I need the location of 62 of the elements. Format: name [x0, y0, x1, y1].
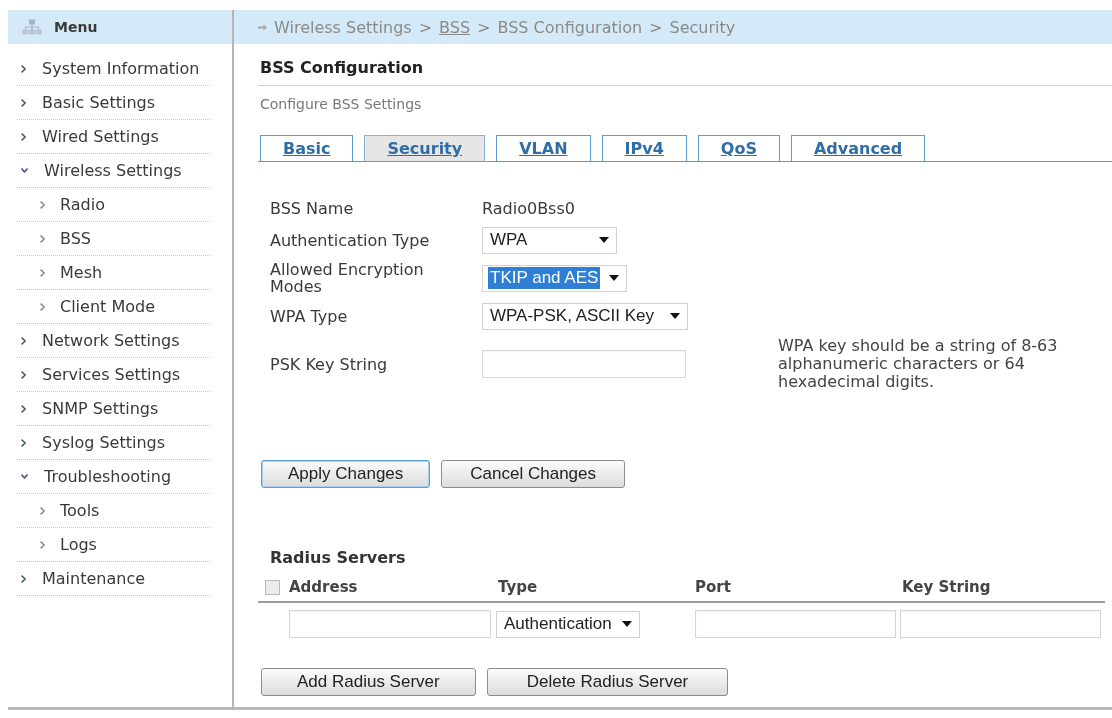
- tab[interactable]: IPv4: [601, 135, 687, 161]
- sidebar-item[interactable]: Troubleshooting: [17, 460, 210, 494]
- sidebar-item[interactable]: Tools: [17, 494, 210, 528]
- breadcrumb-separator: >: [649, 17, 663, 37]
- sidebar-item[interactable]: Network Settings: [17, 324, 210, 358]
- input-field[interactable]: [289, 610, 491, 638]
- cancel-button[interactable]: Cancel Changes: [441, 460, 625, 488]
- arrow-right-icon: [258, 23, 267, 31]
- tab[interactable]: Basic: [260, 135, 354, 161]
- checkbox[interactable]: [265, 579, 280, 595]
- select-field[interactable]: TKIP and AES: [482, 264, 627, 292]
- sidebar-item[interactable]: Maintenance: [17, 562, 210, 596]
- add-server-button[interactable]: Add Radius Server: [261, 668, 476, 696]
- select-field[interactable]: WPA: [482, 226, 617, 254]
- breadcrumb-item: Wireless Settings: [274, 17, 412, 37]
- sidebar-item[interactable]: SNMP Settings: [17, 392, 210, 426]
- column-header: Key String: [902, 578, 991, 596]
- sidebar-item[interactable]: Radio: [17, 188, 210, 222]
- breadcrumb-separator: >: [418, 17, 433, 37]
- field-label: BSS Name: [270, 199, 354, 217]
- sidebar-item[interactable]: Services Settings: [17, 358, 210, 392]
- sidebar-item[interactable]: System Information: [17, 52, 210, 86]
- tab[interactable]: Advanced: [790, 135, 926, 161]
- input-field[interactable]: [900, 610, 1101, 638]
- field-label: Authentication Type: [270, 231, 430, 249]
- breadcrumb-item: BSS Configuration: [497, 17, 643, 37]
- sidebar-item[interactable]: Mesh: [17, 256, 210, 290]
- field-label: WPA Type: [270, 307, 348, 325]
- field-label: PSK Key String: [270, 355, 388, 373]
- menu-title: Menu: [54, 19, 98, 35]
- page-title: BSS Configuration: [260, 59, 424, 77]
- sitemap-icon: [22, 19, 42, 35]
- sidebar-item[interactable]: Client Mode: [17, 290, 210, 324]
- sidebar-item[interactable]: Logs: [17, 528, 210, 562]
- field-label: Allowed Encryption Modes: [270, 261, 425, 295]
- column-header: Port: [695, 578, 731, 596]
- section-title: Radius Servers: [270, 549, 406, 567]
- tab[interactable]: VLAN: [496, 135, 591, 161]
- page-subtitle: Configure BSS Settings: [260, 96, 422, 112]
- input-field[interactable]: [482, 350, 686, 378]
- tab[interactable]: QoS: [697, 135, 780, 161]
- sidebar-item[interactable]: BSS: [17, 222, 210, 256]
- caret-down-icon: [670, 313, 680, 319]
- sidebar-item[interactable]: Basic Settings: [17, 86, 210, 120]
- caret-down-icon: [599, 237, 609, 243]
- caret-down-icon: [622, 621, 632, 627]
- breadcrumb-item: Security: [669, 17, 736, 37]
- select-field[interactable]: Authentication: [496, 610, 640, 638]
- hint-text: WPA key should be a string of 8-63 alphanumeric characters or 64 hexadecimal digits.: [778, 337, 1059, 391]
- apply-button[interactable]: Apply Changes: [261, 460, 431, 488]
- sidebar-item[interactable]: Wired Settings: [17, 120, 210, 154]
- column-header: Type: [498, 578, 538, 596]
- field-value: Radio0Bss0: [482, 198, 575, 218]
- delete-server-button[interactable]: Delete Radius Server: [486, 668, 729, 696]
- input-field[interactable]: [695, 610, 896, 638]
- caret-down-icon: [609, 275, 619, 281]
- column-header: Address: [289, 578, 358, 596]
- select-field[interactable]: WPA-PSK, ASCII Key: [482, 302, 688, 330]
- sidebar-item[interactable]: Syslog Settings: [17, 426, 210, 460]
- sidebar-item[interactable]: Wireless Settings: [17, 154, 210, 188]
- tab[interactable]: Security: [364, 135, 486, 161]
- breadcrumb-separator: >: [477, 17, 491, 37]
